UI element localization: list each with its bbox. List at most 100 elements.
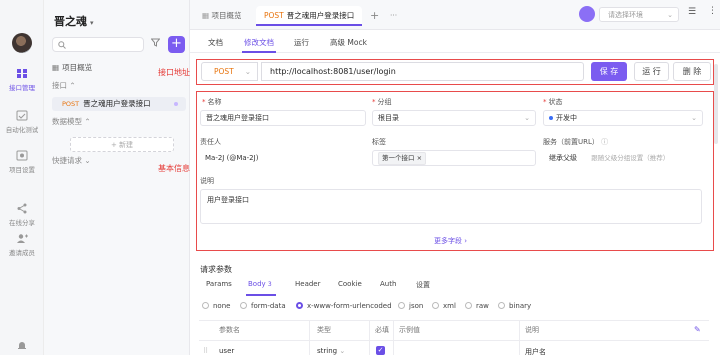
project-switcher[interactable]: 晋之魂 ▾ bbox=[54, 13, 94, 29]
param-name[interactable]: user bbox=[219, 347, 234, 355]
settings-icon bbox=[16, 150, 28, 161]
tab-settings[interactable]: 设置 bbox=[416, 280, 430, 290]
env-icon[interactable] bbox=[579, 6, 595, 22]
method-badge: POST bbox=[62, 100, 80, 108]
annotation-basic-info: 基本信息 bbox=[158, 164, 190, 173]
rail-item-project-settings[interactable]: 项目设置 bbox=[0, 150, 44, 174]
radio-binary[interactable]: binary bbox=[498, 302, 531, 310]
radio-json[interactable]: json bbox=[398, 302, 423, 310]
sidebar-item-label: 数据模型 bbox=[52, 117, 82, 126]
body-count-badge: 3 bbox=[267, 281, 272, 288]
close-icon[interactable]: × bbox=[417, 154, 422, 162]
radio-raw[interactable]: raw bbox=[465, 302, 489, 310]
environment-select[interactable]: 请选择环境 ⌄ bbox=[599, 7, 679, 22]
rail-item-invite[interactable]: 邀请成员 bbox=[0, 233, 44, 257]
tab-run[interactable]: 运行 bbox=[294, 37, 309, 48]
tab-doc[interactable]: 文档 bbox=[208, 37, 223, 48]
tab-cookie[interactable]: Cookie bbox=[338, 280, 362, 288]
annotation-url: 接口地址 bbox=[158, 68, 190, 77]
chevron-down-icon: ⌄ bbox=[524, 114, 530, 122]
sidebar-item-label: 快捷请求 bbox=[52, 156, 82, 165]
api-icon bbox=[17, 69, 27, 78]
project-name: 晋之魂 bbox=[54, 15, 87, 28]
param-desc[interactable]: 用户名 bbox=[525, 347, 546, 355]
share-icon bbox=[17, 203, 27, 214]
run-button[interactable]: 运 行 bbox=[634, 62, 669, 81]
more-fields-link[interactable]: 更多字段 › bbox=[434, 236, 467, 246]
chevron-up-icon: ⌃ bbox=[84, 117, 91, 126]
grid-icon: ▦ bbox=[202, 11, 210, 20]
chevron-down-icon: ⌄ bbox=[339, 347, 346, 355]
rail-item-api-management[interactable]: 接口管理 bbox=[0, 68, 44, 92]
tab-auth[interactable]: Auth bbox=[380, 280, 396, 288]
method-value: POST bbox=[214, 67, 234, 76]
tag-chip: 第一个接口 × bbox=[378, 152, 427, 165]
owner-select[interactable]: Ma-2J (@Ma-2J) bbox=[200, 150, 366, 166]
active-tab-indicator bbox=[246, 294, 276, 296]
tags-input[interactable]: 第一个接口 × bbox=[372, 150, 536, 166]
radio-form-data[interactable]: form-data bbox=[240, 302, 286, 310]
tab-label: 晋之魂用户登录接口 bbox=[286, 11, 355, 20]
radio-none[interactable]: none bbox=[202, 302, 230, 310]
sidebar-group-data-model[interactable]: 数据模型 ⌃ bbox=[52, 115, 186, 129]
request-params-title: 请求参数 bbox=[200, 265, 232, 274]
group-label: * 分组 bbox=[372, 98, 392, 106]
tab-bar: ▦ 项目概览 POST 晋之魂用户登录接口 + ··· 请选择环境 ⌄ ☰ ⋮ bbox=[190, 0, 720, 30]
radio-xml[interactable]: xml bbox=[432, 302, 456, 310]
chevron-down-icon: ⌄ bbox=[667, 11, 673, 19]
search-input[interactable] bbox=[52, 37, 144, 52]
status-dot bbox=[549, 116, 553, 120]
desc-label: 说明 bbox=[200, 177, 214, 185]
rail-label: 接口管理 bbox=[9, 84, 35, 92]
column-header: 参数名 bbox=[219, 326, 240, 334]
name-label: * 名称 bbox=[202, 98, 222, 106]
help-icon[interactable]: ⓘ bbox=[601, 138, 608, 146]
tab-header[interactable]: Header bbox=[295, 280, 321, 288]
sidebar-item-api[interactable]: POST 晋之魂用户登录接口 bbox=[52, 97, 186, 111]
name-field[interactable]: 晋之魂用户登录接口 bbox=[200, 110, 366, 126]
sidebar-item-label: 项目概览 bbox=[62, 63, 93, 72]
tab-body[interactable]: Body 3 bbox=[248, 280, 272, 288]
method-select[interactable]: POST ⌄ bbox=[201, 62, 258, 81]
tab-params[interactable]: Params bbox=[206, 280, 232, 288]
menu-icon[interactable]: ☰ bbox=[688, 7, 696, 17]
rail-label: 在线分享 bbox=[9, 219, 35, 227]
sidebar-item-label: 晋之魂用户登录接口 bbox=[83, 99, 151, 108]
service-select[interactable]: 继承父级 跟随父级分组设置（推荐） bbox=[543, 150, 703, 166]
url-input[interactable]: http://localhost:8081/user/login bbox=[261, 62, 584, 81]
tab-edit-doc[interactable]: 修改文档 bbox=[244, 37, 274, 48]
active-tab-indicator bbox=[242, 51, 276, 53]
project-sidebar: 晋之魂 ▾ + ▦ 项目概览 接口 ⌃ POST 晋之魂用户登录接口 数据模型 ⌃ +… bbox=[44, 0, 190, 355]
add-button[interactable]: + bbox=[168, 36, 185, 53]
new-model-button[interactable]: + 新建 bbox=[70, 137, 174, 152]
edit-icon[interactable]: ✎ bbox=[694, 325, 701, 334]
params-tabs: Params Body 3 Header Cookie Auth 设置 bbox=[190, 280, 720, 296]
delete-button[interactable]: 删 除 bbox=[673, 62, 711, 81]
search-icon bbox=[58, 41, 66, 49]
save-button[interactable]: 保 存 bbox=[591, 62, 627, 81]
env-placeholder: 请选择环境 bbox=[608, 11, 643, 19]
description-textarea[interactable]: 用户登录接口 bbox=[200, 189, 702, 224]
rail-label: 邀请成员 bbox=[9, 249, 35, 257]
avatar[interactable] bbox=[12, 33, 32, 53]
param-type[interactable]: string ⌄ bbox=[317, 347, 345, 355]
rail-item-auto-test[interactable]: 自动化测试 bbox=[0, 110, 44, 134]
invite-icon bbox=[17, 234, 28, 243]
radio-x-www-form-urlencoded[interactable]: x-www-form-urlencoded bbox=[296, 302, 392, 310]
more-tabs-button[interactable]: ··· bbox=[382, 6, 405, 26]
tags-label: 标签 bbox=[372, 138, 386, 146]
rail-item-share[interactable]: 在线分享 bbox=[0, 203, 44, 227]
tab-advanced-mock[interactable]: 高级 Mock bbox=[330, 37, 367, 48]
drag-handle-icon[interactable]: ⠿ bbox=[203, 347, 208, 355]
more-options-icon[interactable]: ⋮ bbox=[708, 6, 717, 16]
required-checkbox[interactable]: ✓ bbox=[376, 346, 385, 355]
notification-bell[interactable] bbox=[0, 340, 44, 354]
scrollbar[interactable] bbox=[714, 64, 718, 144]
group-select[interactable]: 根目录 ⌄ bbox=[372, 110, 536, 126]
sidebar-group-interfaces[interactable]: 接口 ⌃ bbox=[52, 79, 186, 93]
status-select[interactable]: 开发中 ⌄ bbox=[543, 110, 703, 126]
tab-api[interactable]: POST 晋之魂用户登录接口 bbox=[256, 6, 363, 26]
filter-icon[interactable] bbox=[148, 38, 162, 52]
tab-overview[interactable]: ▦ 项目概览 bbox=[194, 6, 249, 26]
status-label: * 状态 bbox=[543, 98, 563, 106]
